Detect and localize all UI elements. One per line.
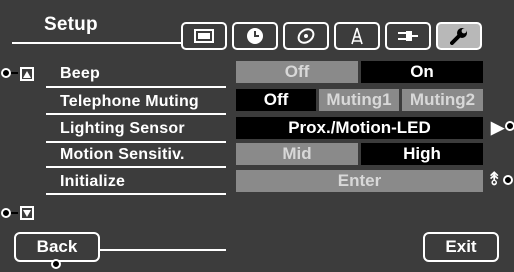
triangle-up-icon — [23, 70, 31, 78]
initialize-enter-button[interactable]: Enter — [236, 170, 483, 192]
callout-marker — [51, 259, 61, 269]
muting1-button[interactable]: Muting1 — [319, 89, 399, 111]
beep-label: Beep — [60, 65, 100, 82]
row-divider — [46, 86, 226, 88]
setup-screen: Setup Beep Off On Telephone Muting Off M… — [0, 0, 514, 272]
scroll-down-button[interactable] — [20, 206, 34, 220]
row-divider — [46, 193, 226, 195]
callout-marker — [505, 121, 514, 131]
lighting-sensor-label: Lighting Sensor — [60, 120, 185, 137]
beep-on-button[interactable]: On — [361, 61, 483, 83]
clock-icon — [247, 28, 263, 44]
motion-sensitivity-label: Motion Sensitiv. — [60, 146, 185, 163]
lighting-sensor-value[interactable]: Prox./Motion-LED — [236, 117, 483, 139]
display-icon — [194, 29, 214, 43]
muting2-button[interactable]: Muting2 — [402, 89, 483, 111]
tab-antenna[interactable] — [334, 22, 380, 50]
next-arrow-icon[interactable]: ▶ — [491, 119, 504, 136]
tab-settings[interactable] — [436, 22, 482, 50]
beep-off-button[interactable]: Off — [236, 61, 358, 83]
scroll-up-button[interactable] — [20, 67, 34, 81]
tab-disc[interactable] — [283, 22, 329, 50]
wrench-icon — [450, 28, 467, 45]
triangle-down-icon — [23, 209, 31, 217]
back-button[interactable]: Back — [14, 232, 100, 262]
row-divider — [46, 166, 226, 168]
tab-display[interactable] — [181, 22, 227, 50]
callout-marker — [1, 208, 11, 218]
callout-marker — [503, 175, 513, 185]
tab-clock[interactable] — [232, 22, 278, 50]
initialize-label: Initialize — [60, 173, 126, 190]
hold-key-icon[interactable]: ⥉ — [490, 170, 498, 188]
tab-connector[interactable] — [385, 22, 431, 50]
motion-high-button[interactable]: High — [361, 143, 483, 165]
connector-icon — [398, 31, 418, 41]
row-divider — [46, 113, 226, 115]
disc-icon — [297, 28, 315, 44]
telephone-muting-label: Telephone Muting — [60, 93, 199, 110]
page-title: Setup — [44, 14, 98, 35]
motion-mid-button[interactable]: Mid — [236, 143, 358, 165]
exit-button[interactable]: Exit — [423, 232, 499, 262]
callout-marker — [1, 68, 11, 78]
muting-off-button[interactable]: Off — [236, 89, 316, 111]
row-divider — [46, 141, 226, 143]
antenna-icon — [351, 27, 363, 45]
